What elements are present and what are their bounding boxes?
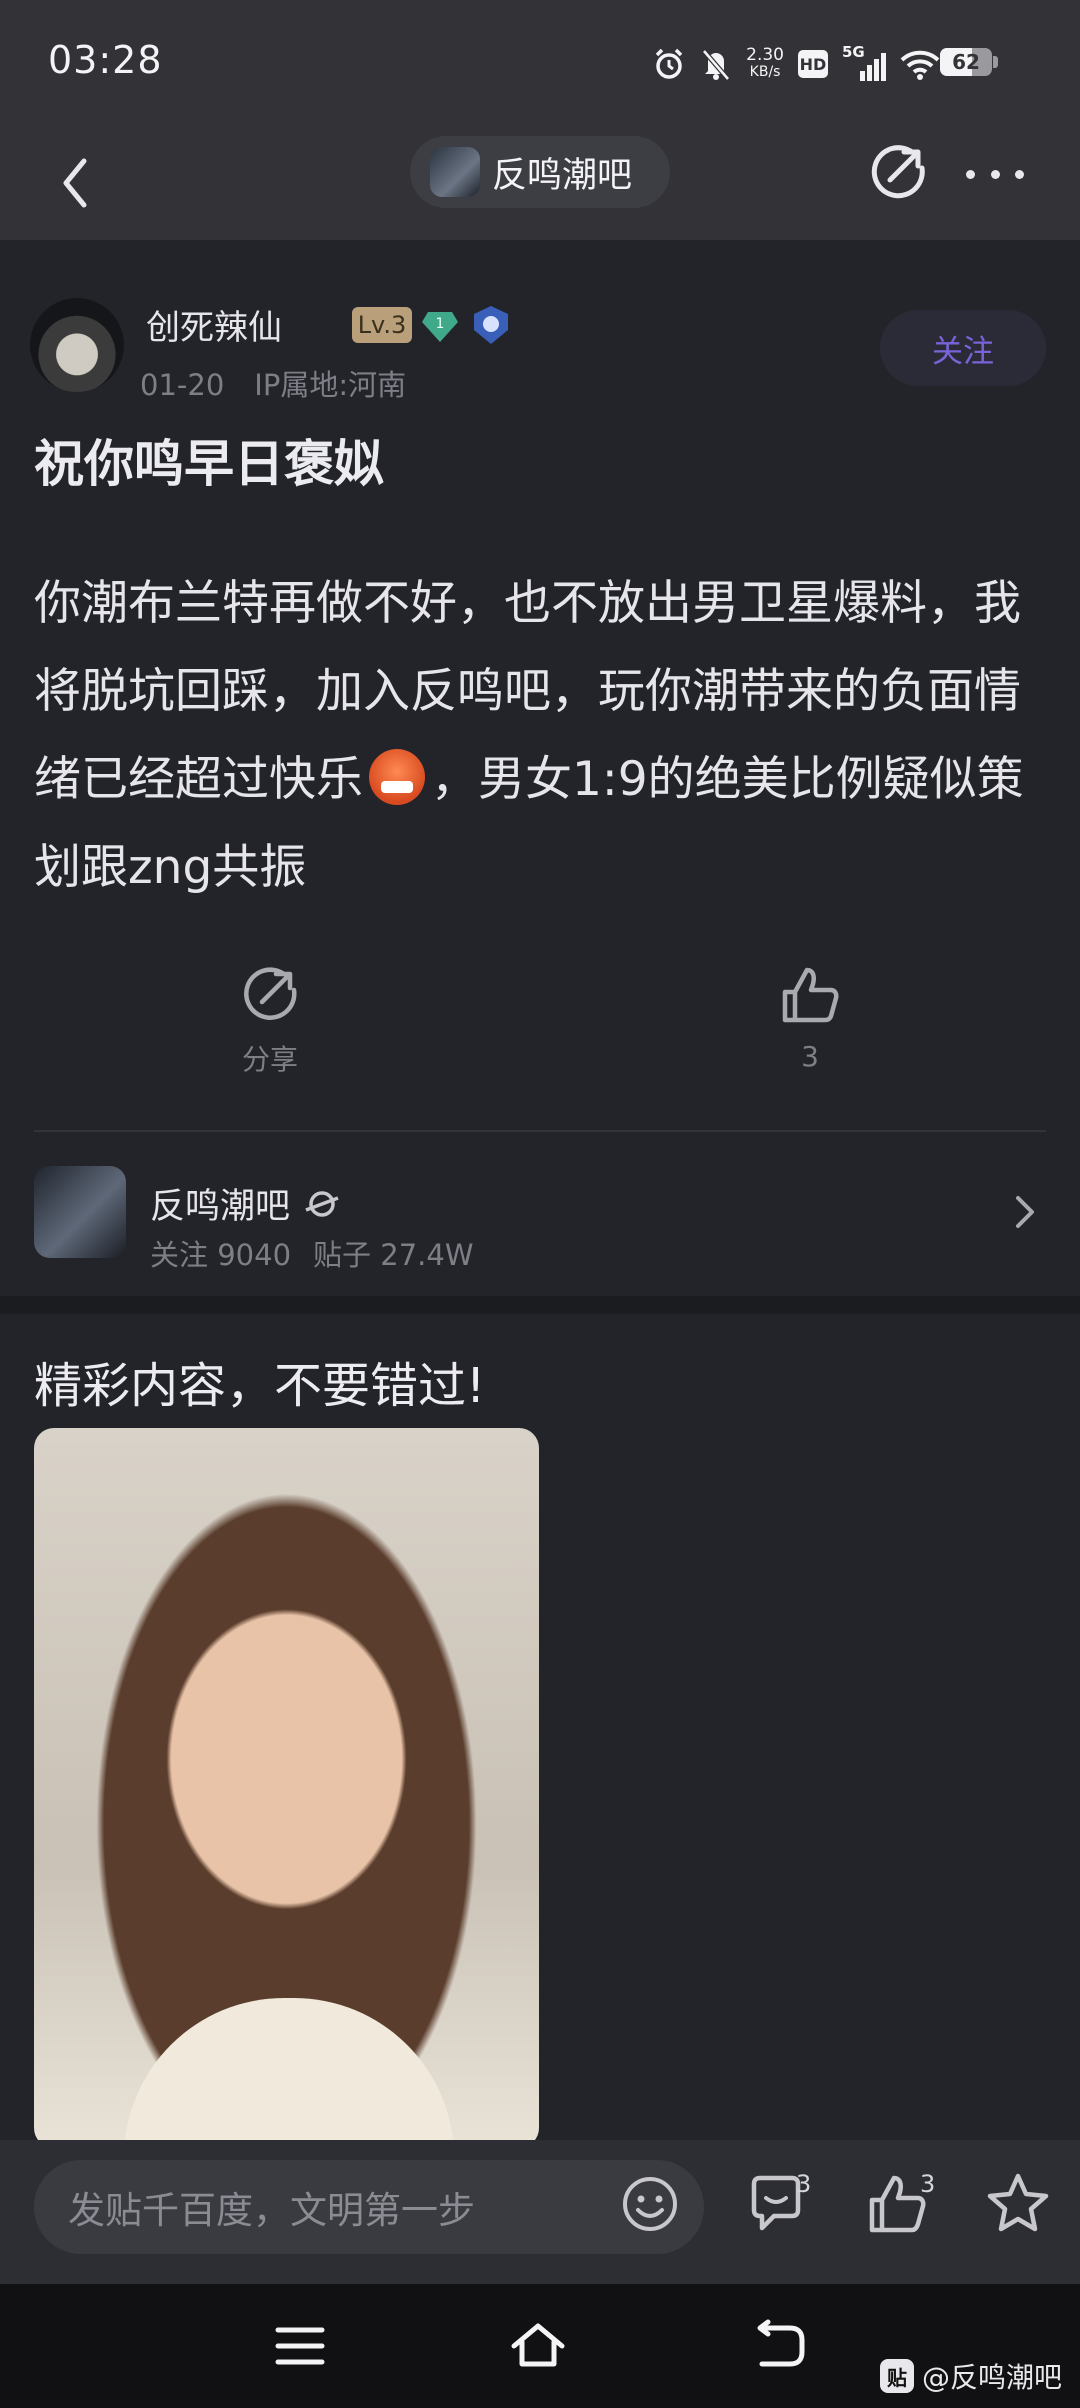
home-icon[interactable] xyxy=(510,2318,566,2374)
author-avatar[interactable] xyxy=(30,298,124,392)
status-bar: 03:28 2.30 KB/s HD 5G 62 xyxy=(0,0,1080,128)
battery-icon: 62 xyxy=(940,48,992,76)
medal-badge-icon xyxy=(474,306,508,344)
forum-post-count: 贴子 27.4W xyxy=(313,1238,474,1272)
forum-pill-avatar xyxy=(430,147,480,197)
gem-badge-icon: 1 xyxy=(422,312,458,342)
forum-avatar xyxy=(34,1166,126,1258)
signal-icon: 5G xyxy=(842,43,886,81)
battery-level: 62 xyxy=(952,50,980,74)
menu-icon[interactable] xyxy=(272,2318,328,2374)
more-icon xyxy=(966,169,975,179)
comment-input[interactable]: 发贴千百度，文明第一步 xyxy=(34,2160,704,2254)
app-screen: 03:28 2.30 KB/s HD 5G 62 反鸣潮吧 创死辣仙 Lv.3 … xyxy=(0,0,1080,2408)
smiley-icon[interactable] xyxy=(620,2174,680,2234)
post-body: 你潮布兰特再做不好，也不放出男卫星爆料，我将脱坑回踩，加入反鸣吧，玩你潮带来的负… xyxy=(34,560,1034,912)
network-type: 5G xyxy=(842,43,865,61)
level-badge: Lv.3 xyxy=(352,307,412,343)
recommend-title: 精彩内容，不要错过! xyxy=(34,1358,486,1414)
post-meta: 01-20 IP属地:河南 xyxy=(140,362,406,404)
forum-follow-count: 关注 9040 xyxy=(150,1238,292,1272)
thumbs-up-icon xyxy=(782,967,839,1023)
gem-badge-number: 1 xyxy=(436,316,445,332)
status-time: 03:28 xyxy=(48,38,163,82)
angry-emoji-icon xyxy=(369,749,425,805)
chevron-left-icon xyxy=(63,158,87,208)
back-button[interactable] xyxy=(40,148,110,218)
share-icon[interactable] xyxy=(868,142,928,202)
ip-location: IP属地:河南 xyxy=(254,368,407,402)
post-title: 祝你鸣早日褒姒 xyxy=(34,435,384,493)
watermark-text: @反鸣潮吧 xyxy=(922,2361,1063,2394)
recommend-image[interactable] xyxy=(34,1428,539,2148)
hd-badge: HD xyxy=(798,50,828,78)
forum-pill[interactable]: 反鸣潮吧 xyxy=(410,136,670,208)
planet-icon xyxy=(305,1190,339,1217)
author-name[interactable]: 创死辣仙 xyxy=(146,300,282,349)
forum-pill-title: 反鸣潮吧 xyxy=(492,155,633,196)
forum-name-row: 反鸣潮吧 xyxy=(150,1178,342,1229)
like-count: 3 xyxy=(801,1040,819,1073)
network-speed-value: 2.30 xyxy=(746,45,784,65)
forum-stats: 关注 9040 贴子 27.4W xyxy=(150,1232,474,1274)
follow-button[interactable]: 关注 xyxy=(880,310,1046,386)
comment-badge: 3 xyxy=(796,2170,812,2198)
status-icons: 2.30 KB/s HD 5G xyxy=(652,43,940,84)
share-icon xyxy=(244,967,297,1020)
star-icon[interactable] xyxy=(984,2170,1052,2238)
post-date: 01-20 xyxy=(140,368,225,402)
section-divider xyxy=(0,1296,1080,1314)
like-badge: 3 xyxy=(920,2170,936,2198)
forum-name: 反鸣潮吧 xyxy=(150,1187,291,1227)
wifi-icon xyxy=(900,50,940,80)
share-label: 分享 xyxy=(241,1043,298,1076)
share-action[interactable]: 分享 xyxy=(200,964,340,1094)
chevron-right-icon xyxy=(1016,1196,1034,1228)
forum-card[interactable]: 反鸣潮吧 关注 9040 贴子 27.4W xyxy=(0,1132,1080,1296)
network-speed-unit: KB/s xyxy=(749,64,781,80)
mute-bell-icon xyxy=(702,49,731,81)
return-icon[interactable] xyxy=(752,2318,808,2374)
like-action[interactable]: 3 xyxy=(740,964,880,1094)
watermark-logo: 贴 xyxy=(880,2359,914,2393)
network-speed: 2.30 KB/s xyxy=(746,47,784,81)
bottom-input-bar: 发贴千百度，文明第一步 3 3 xyxy=(0,2140,1080,2284)
alarm-icon xyxy=(655,48,683,79)
watermark: 贴 @反鸣潮吧 xyxy=(880,2356,1062,2396)
more-button[interactable] xyxy=(960,146,1030,202)
